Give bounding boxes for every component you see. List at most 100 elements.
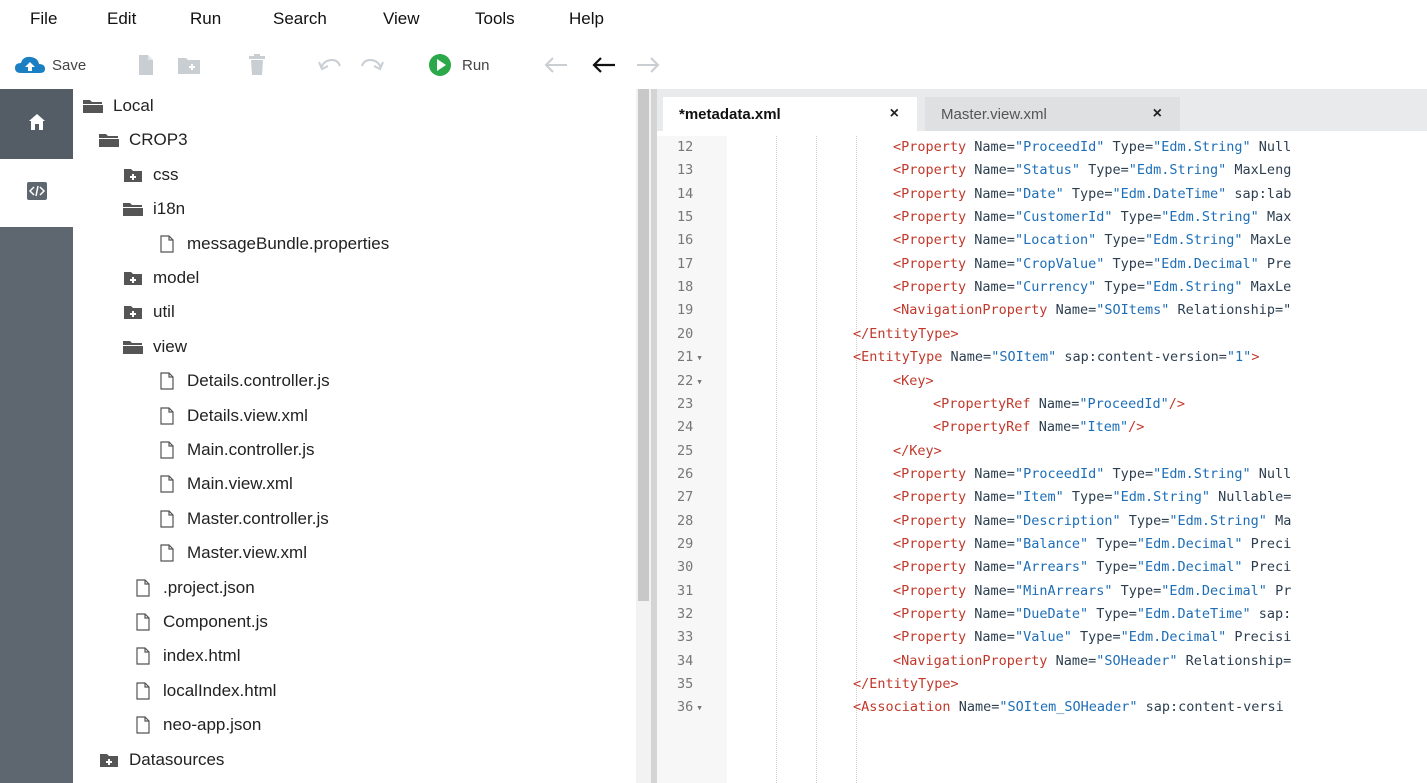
line-number: 27 xyxy=(677,489,694,506)
code-text: <Property Name="Item" Type="Edm.String" … xyxy=(893,489,1292,506)
code-text: <Property Name="Date" Type="Edm.DateTime… xyxy=(893,185,1292,202)
tree-file-item[interactable]: Component.js xyxy=(131,607,268,637)
line-number: 26 xyxy=(677,465,694,482)
tree-file-item[interactable]: Main.controller.js xyxy=(155,435,315,465)
close-icon[interactable]: × xyxy=(890,105,899,123)
side-rail xyxy=(0,89,73,783)
code-line: 27 <Property Name="Item" Type="Edm.String… xyxy=(657,486,1427,509)
fold-arrow-icon[interactable]: ▾ xyxy=(696,701,703,714)
tree-file-item[interactable]: Master.controller.js xyxy=(155,504,329,534)
tree-item-label: neo-app.json xyxy=(163,715,262,735)
tree-file-item[interactable]: neo-app.json xyxy=(131,710,261,740)
back-disabled-icon[interactable] xyxy=(543,52,569,78)
tree-item-label: Component.js xyxy=(163,612,268,631)
menu-edit[interactable]: Edit xyxy=(107,9,136,29)
tab-metadata-xml[interactable]: *metadata.xml × xyxy=(663,97,917,131)
line-number: 20 xyxy=(677,325,694,342)
code-text: <Property Name="Status" Type="Edm.String… xyxy=(893,162,1292,179)
code-text: <Property Name="Balance" Type="Edm.Decim… xyxy=(893,535,1292,552)
code-text: <Property Name="ProceedId" Type="Edm.Str… xyxy=(893,465,1292,482)
code-line: 16 <Property Name="Location" Type="Edm.St… xyxy=(657,229,1427,252)
cloud-save-icon xyxy=(14,54,46,76)
tree-file-item[interactable]: index.html xyxy=(131,641,240,671)
line-number: 30 xyxy=(677,559,694,576)
tree-file-item[interactable]: Details.controller.js xyxy=(155,366,330,396)
code-text: <PropertyRef Name="Item"/> xyxy=(933,419,1145,436)
undo-icon[interactable] xyxy=(318,52,342,78)
line-number: 16 xyxy=(677,232,694,249)
fold-arrow-icon[interactable]: ▾ xyxy=(696,351,703,364)
tab-master-view-xml[interactable]: Master.view.xml × xyxy=(925,97,1180,131)
tree-file-item[interactable]: Main.view.xml xyxy=(155,469,293,499)
editor-tab-bar: *metadata.xml × Master.view.xml × xyxy=(657,89,1427,131)
code-text: <EntityType Name="SOItem" sap:content-ve… xyxy=(853,349,1260,366)
code-text: <Property Name="Currency" Type="Edm.Stri… xyxy=(893,279,1292,296)
menu-tools[interactable]: Tools xyxy=(475,9,515,29)
code-line: 33 <Property Name="Value" Type="Edm.Decim… xyxy=(657,626,1427,649)
line-number: 23 xyxy=(677,395,694,412)
home-icon xyxy=(28,113,46,136)
code-line: 36 ▾ <Association Name="SOItem_SOHeader" s… xyxy=(657,696,1427,719)
code-line: 20 </EntityType> xyxy=(657,323,1427,346)
development-button[interactable] xyxy=(0,159,73,227)
run-button[interactable]: Run xyxy=(428,52,490,78)
code-text: <Property Name="CropValue" Type="Edm.Dec… xyxy=(893,255,1292,272)
tree-folder-item[interactable]: i18n xyxy=(121,194,185,224)
tree-item-label: Master.view.xml xyxy=(187,543,307,563)
tree-file-item[interactable]: Master.view.xml xyxy=(155,538,307,568)
code-line: 12 <Property Name="ProceedId" Type="Edm.S… xyxy=(657,136,1427,159)
folder-open-icon xyxy=(121,199,145,219)
menu-run[interactable]: Run xyxy=(190,9,221,29)
menu-view[interactable]: View xyxy=(383,9,420,29)
line-number: 21 ▾ xyxy=(677,349,703,366)
menu-search[interactable]: Search xyxy=(273,9,327,29)
code-line: 26 <Property Name="ProceedId" Type="Edm.S… xyxy=(657,463,1427,486)
forward-arrow-icon[interactable] xyxy=(635,52,661,78)
tree-item-label: i18n xyxy=(153,199,186,219)
tree-folder-item[interactable]: view xyxy=(121,332,187,362)
line-number: 12 xyxy=(677,139,694,155)
tree-folder-item[interactable]: css xyxy=(121,160,179,190)
code-text: <Key> xyxy=(893,372,934,389)
back-arrow-icon[interactable] xyxy=(591,52,617,78)
tree-file-item[interactable]: Details.view.xml xyxy=(155,401,308,431)
code-text: <Association Name="SOItem_SOHeader" sap:… xyxy=(853,699,1284,716)
fold-arrow-icon[interactable]: ▾ xyxy=(696,375,703,388)
new-folder-icon[interactable] xyxy=(177,52,201,78)
home-button[interactable] xyxy=(0,89,73,159)
line-number: 24 xyxy=(677,419,694,436)
save-button[interactable]: Save xyxy=(14,52,86,78)
code-text: </EntityType> xyxy=(853,676,959,693)
code-line: 21 ▾ <EntityType Name="SOItem" sap:content… xyxy=(657,346,1427,369)
file-icon xyxy=(155,234,179,254)
tree-file-item[interactable]: messageBundle.properties xyxy=(155,229,389,259)
line-number: 17 xyxy=(677,255,694,272)
tree-folder-item[interactable]: util xyxy=(121,297,175,327)
tree-file-item[interactable]: localIndex.html xyxy=(131,676,276,706)
file-icon xyxy=(131,715,155,735)
tree-file-item[interactable]: .project.json xyxy=(131,573,255,603)
delete-icon[interactable] xyxy=(248,52,266,78)
close-icon[interactable]: × xyxy=(1153,105,1162,123)
menu-help[interactable]: Help xyxy=(569,9,604,29)
menu-file[interactable]: File xyxy=(30,9,57,29)
code-editor[interactable]: 12 <Property Name="ProceedId" Type="Edm.S… xyxy=(657,136,1427,783)
line-number: 18 xyxy=(677,279,694,296)
tree-folder-item[interactable]: Local xyxy=(81,91,154,121)
save-label: Save xyxy=(52,56,87,74)
line-number: 31 xyxy=(677,582,694,599)
redo-icon[interactable] xyxy=(360,52,384,78)
tree-folder-item[interactable]: CROP3 xyxy=(97,125,188,155)
file-icon xyxy=(155,509,179,529)
code-text: <Property Name="Description" Type="Edm.S… xyxy=(893,512,1292,529)
tree-folder-item[interactable]: Datasources xyxy=(97,745,224,775)
tree-folder-item[interactable]: model xyxy=(121,263,199,293)
new-file-icon[interactable] xyxy=(137,52,155,78)
tree-scrollbar-thumb[interactable] xyxy=(638,89,649,601)
tree-item-label: .project.json xyxy=(163,577,255,597)
code-line: 17 <Property Name="CropValue" Type="Edm.D… xyxy=(657,253,1427,276)
code-icon xyxy=(26,181,47,205)
line-number: 13 xyxy=(677,162,694,179)
line-number: 34 xyxy=(677,652,694,669)
run-play-icon xyxy=(428,53,452,77)
